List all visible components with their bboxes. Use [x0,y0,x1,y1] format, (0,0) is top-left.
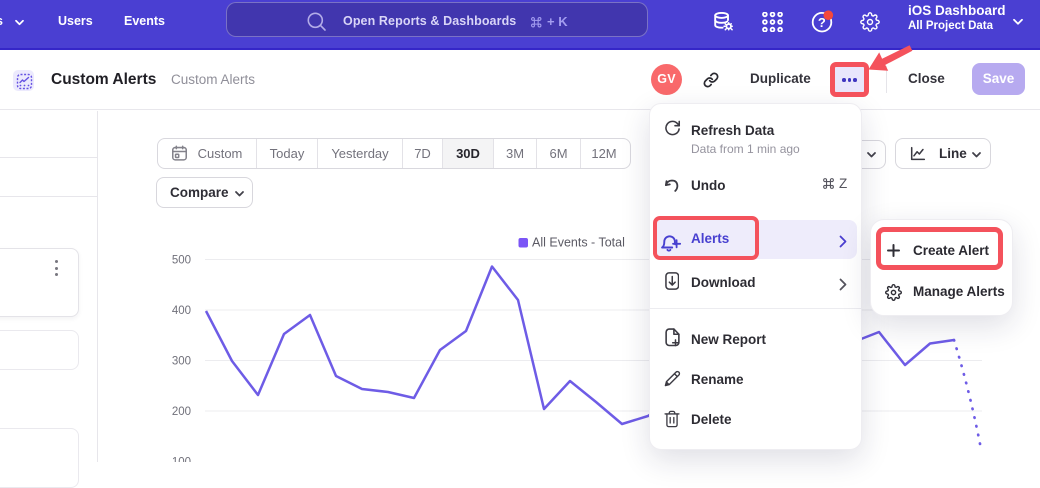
svg-text:300: 300 [172,356,191,368]
svg-text:100: 100 [172,457,191,463]
svg-text:500: 500 [172,255,191,267]
svg-text:All Events - Total: All Events - Total [532,236,625,250]
svg-text:400: 400 [172,305,191,317]
svg-text:200: 200 [172,406,191,418]
